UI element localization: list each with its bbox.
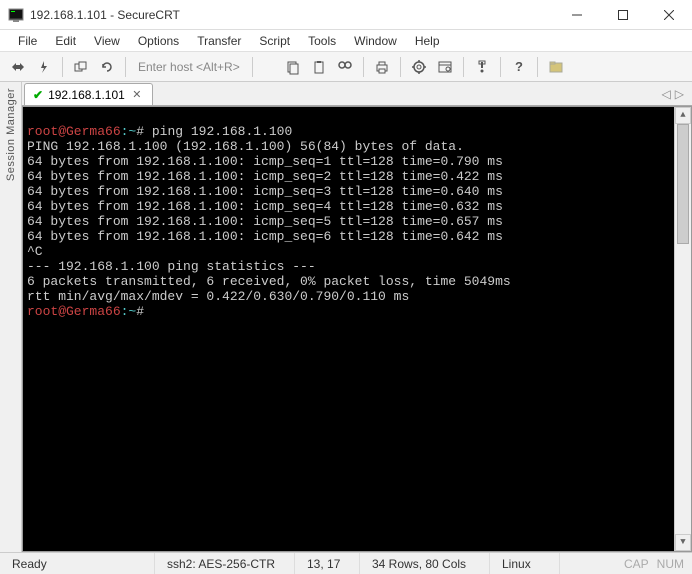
session-options-icon[interactable]	[433, 55, 457, 79]
window-controls	[554, 0, 692, 30]
terminal-line: 64 bytes from 192.168.1.100: icmp_seq=2 …	[27, 169, 503, 184]
toolbar-separator	[252, 57, 253, 77]
menu-options[interactable]: Options	[130, 32, 187, 50]
toolbar-separator	[125, 57, 126, 77]
terminal-line: 64 bytes from 192.168.1.100: icmp_seq=6 …	[27, 229, 503, 244]
content-area: ✔ 192.168.1.101 ✕ ◁ ▷ root@Germa66:~# pi…	[22, 82, 692, 552]
terminal-line: 64 bytes from 192.168.1.100: icmp_seq=5 …	[27, 214, 503, 229]
copy-icon[interactable]	[281, 55, 305, 79]
prompt-user: root@Germa66	[27, 124, 121, 139]
status-cursor-position: 13, 17	[295, 553, 360, 574]
prompt-sep: :~	[121, 304, 137, 319]
toolbar: Enter host <Alt+R> ?	[0, 52, 692, 82]
terminal-line: ^C	[27, 244, 43, 259]
paste-icon[interactable]	[307, 55, 331, 79]
reconnect-all-icon[interactable]	[95, 55, 119, 79]
terminal-line: # ping 192.168.1.100	[136, 124, 292, 139]
settings-icon[interactable]	[407, 55, 431, 79]
toolbar-separator	[537, 57, 538, 77]
toolbar-separator	[463, 57, 464, 77]
prompt-sep: :~	[121, 124, 137, 139]
tab-label: 192.168.1.101	[48, 88, 125, 102]
status-ready: Ready	[0, 553, 155, 574]
menubar: File Edit View Options Transfer Script T…	[0, 30, 692, 52]
toolbar-separator	[500, 57, 501, 77]
status-numlock: NUM	[653, 553, 692, 574]
status-connection: ssh2: AES-256-CTR	[155, 553, 295, 574]
toolbar-separator	[400, 57, 401, 77]
menu-view[interactable]: View	[86, 32, 128, 50]
menu-edit[interactable]: Edit	[47, 32, 84, 50]
print-icon[interactable]	[370, 55, 394, 79]
connected-check-icon: ✔	[33, 88, 43, 102]
terminal-line: 64 bytes from 192.168.1.100: icmp_seq=4 …	[27, 199, 503, 214]
app-icon	[8, 7, 24, 23]
status-os: Linux	[490, 553, 560, 574]
terminal-scrollbar[interactable]: ▲ ▼	[674, 107, 691, 551]
terminal-line: 64 bytes from 192.168.1.100: icmp_seq=3 …	[27, 184, 503, 199]
terminal-line: PING 192.168.1.100 (192.168.1.100) 56(84…	[27, 139, 464, 154]
sidebar-label: Session Manager	[5, 88, 17, 181]
tab-prev-icon[interactable]: ◁	[662, 87, 671, 101]
menu-window[interactable]: Window	[346, 32, 405, 50]
quick-connect-icon[interactable]	[32, 55, 56, 79]
prompt-user: root@Germa66	[27, 304, 121, 319]
maximize-button[interactable]	[600, 0, 646, 30]
terminal[interactable]: root@Germa66:~# ping 192.168.1.100 PING …	[22, 106, 692, 552]
main-area: Session Manager ✔ 192.168.1.101 ✕ ◁ ▷ ro…	[0, 82, 692, 552]
session-tab[interactable]: ✔ 192.168.1.101 ✕	[24, 83, 153, 105]
toolbar-separator	[363, 57, 364, 77]
svg-text:?: ?	[515, 59, 523, 74]
menu-transfer[interactable]: Transfer	[189, 32, 249, 50]
window-title: 192.168.1.101 - SecureCRT	[30, 8, 554, 22]
find-icon[interactable]	[333, 55, 357, 79]
scroll-up-icon[interactable]: ▲	[675, 107, 691, 124]
session-manager-sidebar[interactable]: Session Manager	[0, 82, 22, 552]
statusbar: Ready ssh2: AES-256-CTR 13, 17 34 Rows, …	[0, 552, 692, 574]
enter-host-field[interactable]: Enter host <Alt+R>	[132, 60, 246, 74]
menu-script[interactable]: Script	[251, 32, 298, 50]
toolbar-separator	[62, 57, 63, 77]
help-icon[interactable]: ?	[507, 55, 531, 79]
close-button[interactable]	[646, 0, 692, 30]
tab-close-icon[interactable]: ✕	[130, 88, 144, 102]
status-capslock: CAP	[612, 553, 653, 574]
securefx-icon[interactable]	[544, 55, 568, 79]
menu-tools[interactable]: Tools	[300, 32, 344, 50]
menu-help[interactable]: Help	[407, 32, 448, 50]
scroll-down-icon[interactable]: ▼	[675, 534, 691, 551]
tab-bar: ✔ 192.168.1.101 ✕ ◁ ▷	[22, 82, 692, 106]
prompt-end: #	[136, 304, 144, 319]
titlebar: 192.168.1.101 - SecureCRT	[0, 0, 692, 30]
tab-nav: ◁ ▷	[662, 83, 692, 105]
tab-next-icon[interactable]: ▷	[675, 87, 684, 101]
terminal-line: rtt min/avg/max/mdev = 0.422/0.630/0.790…	[27, 289, 409, 304]
terminal-line: --- 192.168.1.100 ping statistics ---	[27, 259, 316, 274]
terminal-line: 6 packets transmitted, 6 received, 0% pa…	[27, 274, 511, 289]
connect-icon[interactable]	[6, 55, 30, 79]
status-dimensions: 34 Rows, 80 Cols	[360, 553, 490, 574]
terminal-line: 64 bytes from 192.168.1.100: icmp_seq=1 …	[27, 154, 503, 169]
minimize-button[interactable]	[554, 0, 600, 30]
scrollbar-thumb[interactable]	[677, 124, 689, 244]
reconnect-icon[interactable]	[69, 55, 93, 79]
menu-file[interactable]: File	[10, 32, 45, 50]
toggle-icon[interactable]	[470, 55, 494, 79]
